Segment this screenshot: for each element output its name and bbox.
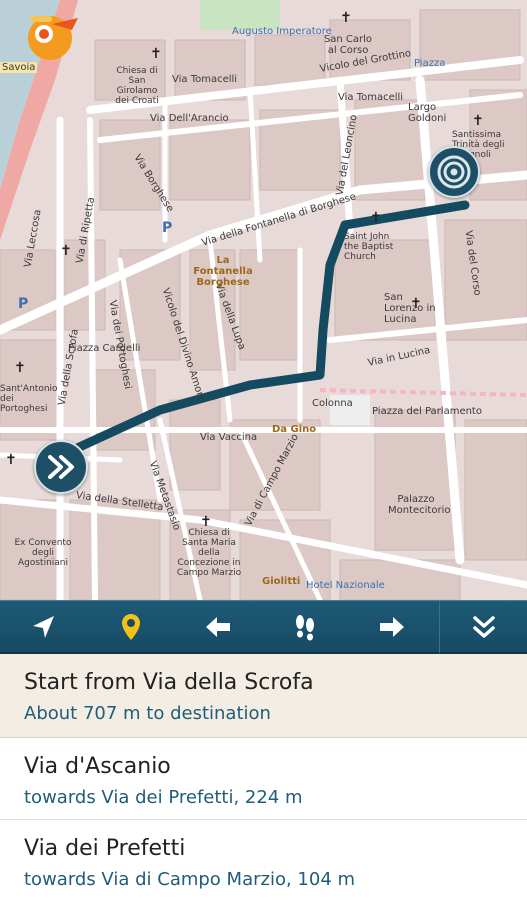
poi-label: Giolitti [262, 576, 301, 587]
navigation-toolbar [0, 600, 527, 654]
svg-text:P: P [162, 220, 172, 236]
svg-text:✝: ✝ [60, 243, 72, 259]
arrow-right-icon [379, 616, 404, 637]
poi-label: Largo Goldoni [408, 102, 447, 124]
poi-label: Augusto Imperatore [232, 26, 332, 37]
fast-forward-icon [48, 455, 74, 479]
svg-text:✝: ✝ [472, 113, 484, 129]
app-logo-icon [28, 16, 78, 60]
street-label: Piazza Cardelli [68, 343, 141, 354]
app-logo[interactable] [22, 10, 82, 62]
map-view[interactable]: ✝ ✝ ✝ ✝ ✝ ✝ ✝ ✝ ✝ P P Via Tomacelli Via … [0, 0, 527, 600]
svg-text:✝: ✝ [370, 210, 382, 226]
direction-step[interactable]: Via d'Ascanio towards Via dei Prefetti, … [0, 738, 527, 820]
target-icon [437, 155, 471, 189]
step-street-name: Via d'Ascanio [24, 754, 171, 779]
poi-label: San Carlo al Corso [323, 34, 373, 56]
street-label: Via Vaccina [200, 432, 258, 443]
start-marker[interactable] [34, 440, 88, 494]
location-pin-icon [121, 613, 140, 640]
directions-panel: Start from Via della Scrofa About 707 m … [0, 654, 527, 900]
walking-mode-button[interactable] [261, 601, 348, 653]
svg-text:✝: ✝ [14, 360, 26, 376]
step-instruction: towards Via dei Prefetti, 224 m [24, 787, 303, 808]
poi-label: Chiesa di San Girolamo dei Croati [115, 66, 159, 106]
svg-text:✝: ✝ [5, 452, 17, 468]
poi-label: Ex Convento degli Agostiniani [14, 538, 72, 568]
poi-label: Sant'Antonio dei Portoghesi [0, 384, 58, 414]
poi-label: Da Gino [272, 424, 317, 435]
step-street-name: Via dei Prefetti [24, 836, 186, 861]
poi-label: Savoia [0, 62, 38, 73]
street-label: Via Tomacelli [338, 92, 404, 103]
street-label: Via Dell'Arancio [150, 113, 229, 124]
route-start-title: Start from Via della Scrofa [24, 670, 314, 695]
footsteps-icon [295, 614, 314, 640]
double-chevron-down-icon [472, 615, 495, 638]
directions-summary[interactable]: Start from Via della Scrofa About 707 m … [0, 654, 527, 738]
poi-label: San Lorenzo in Lucina [384, 292, 436, 325]
poi-label: Chiesa di Santa Maria della Concezione i… [176, 528, 242, 578]
navigate-button[interactable] [0, 601, 87, 653]
svg-text:✝: ✝ [150, 46, 162, 62]
poi-label: La Fontanella Borghese [193, 255, 253, 288]
street-label: Via Tomacelli [172, 74, 238, 85]
street-label: Piazza del Parlamento [372, 406, 482, 417]
location-pin-button[interactable] [87, 601, 174, 653]
poi-label: Saint John the Baptist Church [344, 232, 394, 262]
destination-marker[interactable] [428, 146, 480, 198]
previous-step-button[interactable] [174, 601, 261, 653]
step-instruction: towards Via di Campo Marzio, 104 m [24, 869, 356, 890]
route-distance-summary: About 707 m to destination [24, 703, 271, 724]
poi-label: Palazzo Montecitorio [388, 494, 451, 516]
next-step-button[interactable] [348, 601, 435, 653]
svg-text:✝: ✝ [340, 10, 352, 26]
poi-label: Hotel Nazionale [306, 580, 385, 591]
arrow-left-icon [205, 616, 230, 637]
street-label: Colonna [312, 398, 353, 409]
svg-text:P: P [18, 296, 28, 312]
direction-step[interactable]: Via dei Prefetti towards Via di Campo Ma… [0, 820, 527, 900]
navigate-arrow-icon [32, 615, 54, 638]
poi-label: Piazza [414, 58, 446, 69]
collapse-panel-button[interactable] [439, 600, 527, 653]
